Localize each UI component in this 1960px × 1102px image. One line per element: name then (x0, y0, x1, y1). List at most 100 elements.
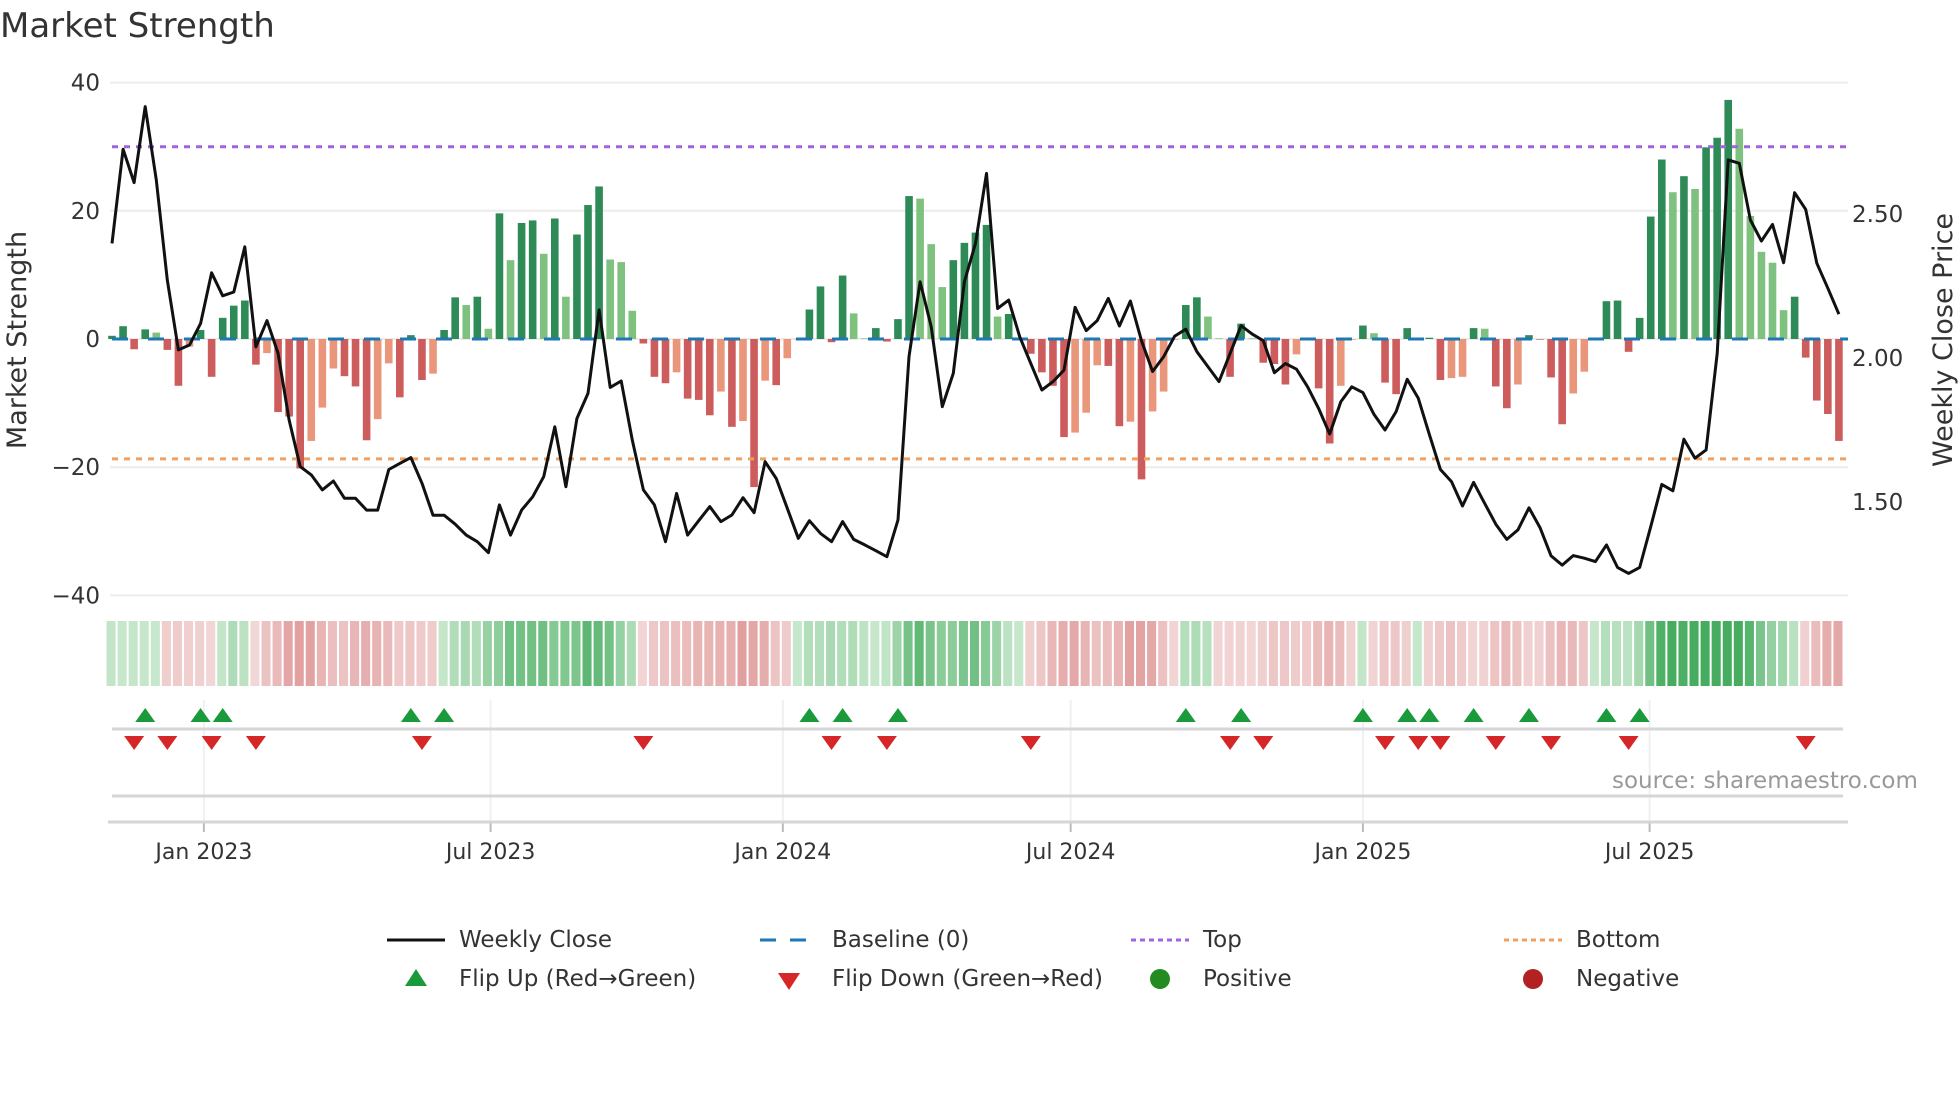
legend-flip-down[interactable]: Flip Down (Green→Red) (760, 964, 1103, 994)
heat-strip-cell (482, 621, 492, 686)
heat-strip-cell (604, 621, 614, 686)
heat-strip-cell (1656, 621, 1666, 686)
heat-strip-cell (1412, 621, 1422, 686)
heat-strip-cell (372, 621, 382, 686)
heat-strip-cell (1379, 621, 1389, 686)
flip-up-marker (832, 708, 853, 722)
heat-strip-cell (1689, 621, 1699, 686)
strength-bar (1812, 339, 1821, 401)
strength-bar (451, 297, 459, 339)
strength-bar (1558, 339, 1566, 425)
heat-strip-cell (1490, 621, 1500, 686)
heat-strip-cell (505, 621, 515, 686)
y2-tick-label: 1.50 (1852, 490, 1903, 516)
flip-down-marker (1485, 736, 1506, 750)
heat-strip-cell (1434, 621, 1444, 686)
legend-dotted-swatch (1504, 925, 1562, 955)
strength-bar (1159, 339, 1168, 392)
heat-strip-cell (1213, 621, 1223, 686)
heat-strip-cell (1468, 621, 1478, 686)
legend-flip-up[interactable]: Flip Up (Red→Green) (387, 964, 696, 994)
strength-bar (1790, 296, 1799, 339)
heat-strip-cell (626, 621, 636, 686)
flip-down-marker (411, 736, 432, 750)
strength-bar (1680, 176, 1688, 339)
y-tick-label: −40 (51, 583, 100, 609)
strength-bar (1569, 339, 1578, 394)
flip-up-marker (1231, 708, 1252, 722)
circle-icon (1504, 964, 1562, 994)
heat-strip-cell (183, 621, 194, 686)
strength-bar (1314, 339, 1323, 389)
heat-strip-cell (992, 621, 1002, 686)
strength-bar (384, 339, 393, 364)
heat-strip-cell (936, 621, 946, 686)
heat-strip-cell (250, 621, 260, 686)
strength-bar (1436, 339, 1445, 381)
legend-label: Flip Up (Red→Green) (459, 966, 697, 992)
strength-bar (495, 213, 504, 339)
heat-strip-cell (560, 621, 570, 686)
heat-strip-cell (748, 621, 758, 686)
heat-strip-cell (1778, 621, 1788, 686)
flip-down-marker (157, 736, 178, 750)
strength-bar (418, 339, 426, 381)
heat-strip-cell (1600, 621, 1611, 686)
strength-bar (860, 338, 869, 339)
strength-bar (1148, 339, 1157, 412)
heat-strip-cell (770, 621, 780, 686)
heat-strip-cell (1534, 621, 1544, 686)
strength-bar (163, 339, 172, 350)
heat-strip-cell (1789, 621, 1799, 686)
strength-bar (683, 339, 692, 399)
legend-line-swatch (387, 925, 445, 955)
heat-strip-cell (150, 621, 160, 686)
heat-strip-cell (1290, 621, 1301, 686)
flip-up-marker (799, 708, 820, 722)
legend-baseline[interactable]: Baseline (0) (760, 925, 969, 955)
strength-bar (218, 317, 227, 339)
strength-bar (1624, 339, 1633, 352)
heat-strip-cell (471, 621, 481, 686)
flip-down-marker (1618, 736, 1639, 750)
flip-down-marker (1795, 736, 1816, 750)
strength-bar (351, 339, 360, 387)
legend-bottom[interactable]: Bottom (1504, 925, 1660, 955)
flip-up-marker (1352, 708, 1373, 722)
heat-strip-cell (947, 621, 957, 686)
strength-bar (1702, 147, 1710, 339)
strength-bar (1115, 339, 1124, 427)
heat-strip-cell (527, 621, 537, 686)
strength-bar (1768, 262, 1777, 339)
strength-bar (207, 339, 216, 377)
heat-strip-cell (1390, 621, 1400, 686)
strength-bar (905, 196, 913, 339)
y-axis-label-left: Market Strength (2, 231, 33, 449)
heat-strip-cell (1744, 621, 1754, 686)
heat-strip-cell (1479, 621, 1489, 686)
heat-strip-cell (826, 621, 836, 686)
strength-bar (916, 198, 924, 339)
heat-strip-cell (1811, 621, 1821, 686)
strength-bar (1757, 251, 1766, 339)
heat-strip-cell (870, 621, 880, 686)
heat-strip-cell (1368, 621, 1378, 686)
x-tick-label: Jul 2023 (444, 840, 536, 865)
strength-bar (1215, 338, 1223, 339)
legend-top[interactable]: Top (1131, 925, 1242, 955)
heat-strip-cell (1202, 621, 1212, 686)
strength-bar (1082, 339, 1090, 413)
strength-bar (551, 218, 559, 339)
legend-positive[interactable]: Positive (1131, 964, 1292, 994)
flip-down-marker (1220, 736, 1241, 750)
heat-strip-cell (161, 621, 171, 686)
strength-bar (1126, 339, 1135, 422)
strength-bar (584, 205, 592, 339)
flip-up-marker (1397, 708, 1418, 722)
heat-strip-cell (1755, 621, 1765, 686)
heat-strip-cell (394, 621, 404, 686)
strength-bar (1381, 339, 1389, 383)
flip-down-marker (1253, 736, 1274, 750)
legend-weekly-close[interactable]: Weekly Close (387, 925, 612, 955)
legend-negative[interactable]: Negative (1504, 964, 1679, 994)
